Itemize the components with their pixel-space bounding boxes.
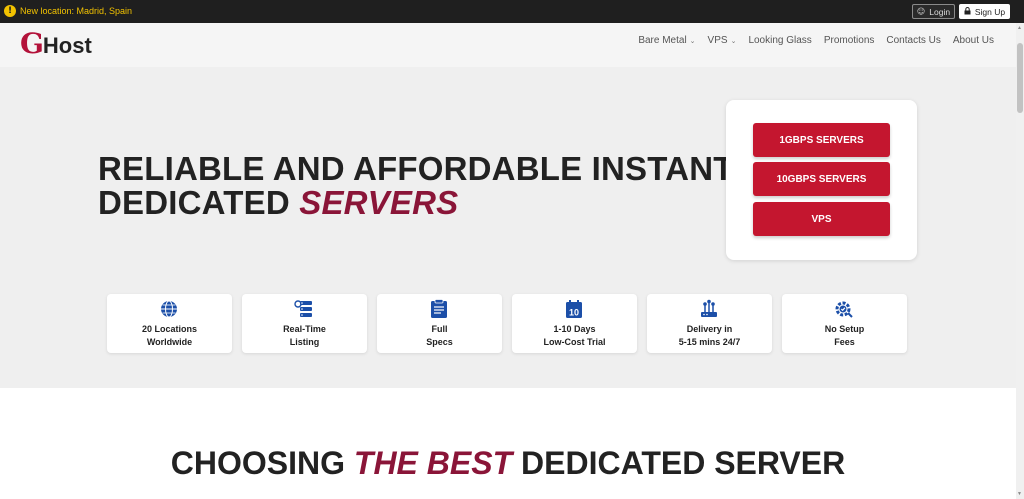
feature-delivery: Delivery in 5-15 mins 24/7 [647,294,772,353]
title-text: DEDICATED SERVER [512,445,846,481]
logo-mark: G [20,26,44,60]
nav-label: About Us [952,35,994,46]
network-icon [698,299,720,319]
scrollbar-thumb[interactable] [1017,43,1023,113]
main-nav: Bare Metal ⌄ VPS ⌄ Looking Glass Promoti… [638,35,994,46]
alert-icon: ! [4,5,16,17]
login-label: Login [929,6,951,17]
page-scrollbar[interactable]: ▲ ▼ [1016,23,1024,499]
nav-label: Looking Glass [748,35,812,46]
logo[interactable]: G Host [20,25,92,61]
chevron-down-icon: ⌄ [730,36,737,45]
feature-trial: 10 1-10 Days Low-Cost Trial [512,294,637,353]
nav-about[interactable]: About Us [953,35,994,46]
title-accent: THE BEST [353,445,513,481]
nav-label: Bare Metal [638,35,687,46]
location-notice[interactable]: ! New location: Madrid, Spain [4,5,132,17]
hero-section: RELIABLE AND AFFORDABLE INSTANT DEDICATE… [0,67,1016,388]
section-title: CHOOSING THE BEST DEDICATED SERVER [0,445,1016,482]
nav-label: VPS [707,35,728,46]
feature-line-2: Listing [289,337,320,347]
headline-line-1: RELIABLE AND AFFORDABLE INSTANT [98,150,734,187]
headline-accent: SERVERS [299,184,459,221]
feature-line-1: 1-10 Days [553,324,596,334]
nav-looking-glass[interactable]: Looking Glass [748,35,811,46]
headline-text: DEDICATED [98,184,300,221]
feature-line-1: Real-Time [283,324,326,334]
notice-text: New location: Madrid, Spain [20,6,133,16]
feature-line-2: Worldwide [146,337,193,347]
nav-vps[interactable]: VPS ⌄ [708,35,737,46]
feature-line-1: Full [431,324,448,334]
nav-promotions[interactable]: Promotions [824,35,875,46]
server-list-icon [293,299,315,319]
scroll-up-icon[interactable]: ▲ [1017,25,1022,31]
headline-line-2: DEDICATED SERVERS [98,186,734,220]
feature-line-2: Low-Cost Trial [543,337,606,347]
feature-line-1: 20 Locations [141,324,197,334]
calendar-day: 10 [569,308,579,318]
scroll-down-icon[interactable]: ▼ [1017,491,1022,497]
lock-icon [964,6,971,17]
site-header: G Host Bare Metal ⌄ VPS ⌄ Looking Glass … [0,23,1016,67]
feature-line-1: No Setup [824,324,865,334]
user-icon: ☺ [916,7,926,16]
hero-headline: RELIABLE AND AFFORDABLE INSTANT DEDICATE… [98,152,734,220]
feature-line-1: Delivery in [686,324,733,334]
10gbps-servers-button[interactable]: 10GBPS SERVERS [753,162,890,196]
cta-card: 1GBPS SERVERS 10GBPS SERVERS VPS [726,100,917,260]
signup-label: Sign Up [974,6,1006,17]
title-text: CHOOSING [170,445,354,481]
vps-button[interactable]: VPS [753,202,890,236]
nav-label: Contacts Us [886,35,941,46]
clipboard-icon [428,299,450,319]
chevron-down-icon: ⌄ [689,36,696,45]
1gbps-servers-button[interactable]: 1GBPS SERVERS [753,123,890,157]
choosing-section: CHOOSING THE BEST DEDICATED SERVER [0,388,1016,499]
nav-contacts[interactable]: Contacts Us [886,35,940,46]
feature-no-setup: No Setup Fees [782,294,907,353]
globe-icon [158,299,180,319]
top-bar: ! New location: Madrid, Spain ☺ Login Si… [0,0,1024,23]
logo-text: Host [42,33,92,58]
feature-specs: Full Specs [377,294,502,353]
feature-locations: 20 Locations Worldwide [107,294,232,353]
login-button[interactable]: ☺ Login [912,4,955,19]
calendar-icon: 10 [563,299,585,319]
feature-line-2: 5-15 mins 24/7 [678,337,741,347]
signup-button[interactable]: Sign Up [959,4,1010,19]
gear-check-icon [833,299,855,319]
feature-line-2: Fees [834,337,855,347]
nav-bare-metal[interactable]: Bare Metal ⌄ [638,35,695,46]
feature-listing: Real-Time Listing [242,294,367,353]
nav-label: Promotions [823,35,875,46]
feature-line-2: Specs [426,337,453,347]
